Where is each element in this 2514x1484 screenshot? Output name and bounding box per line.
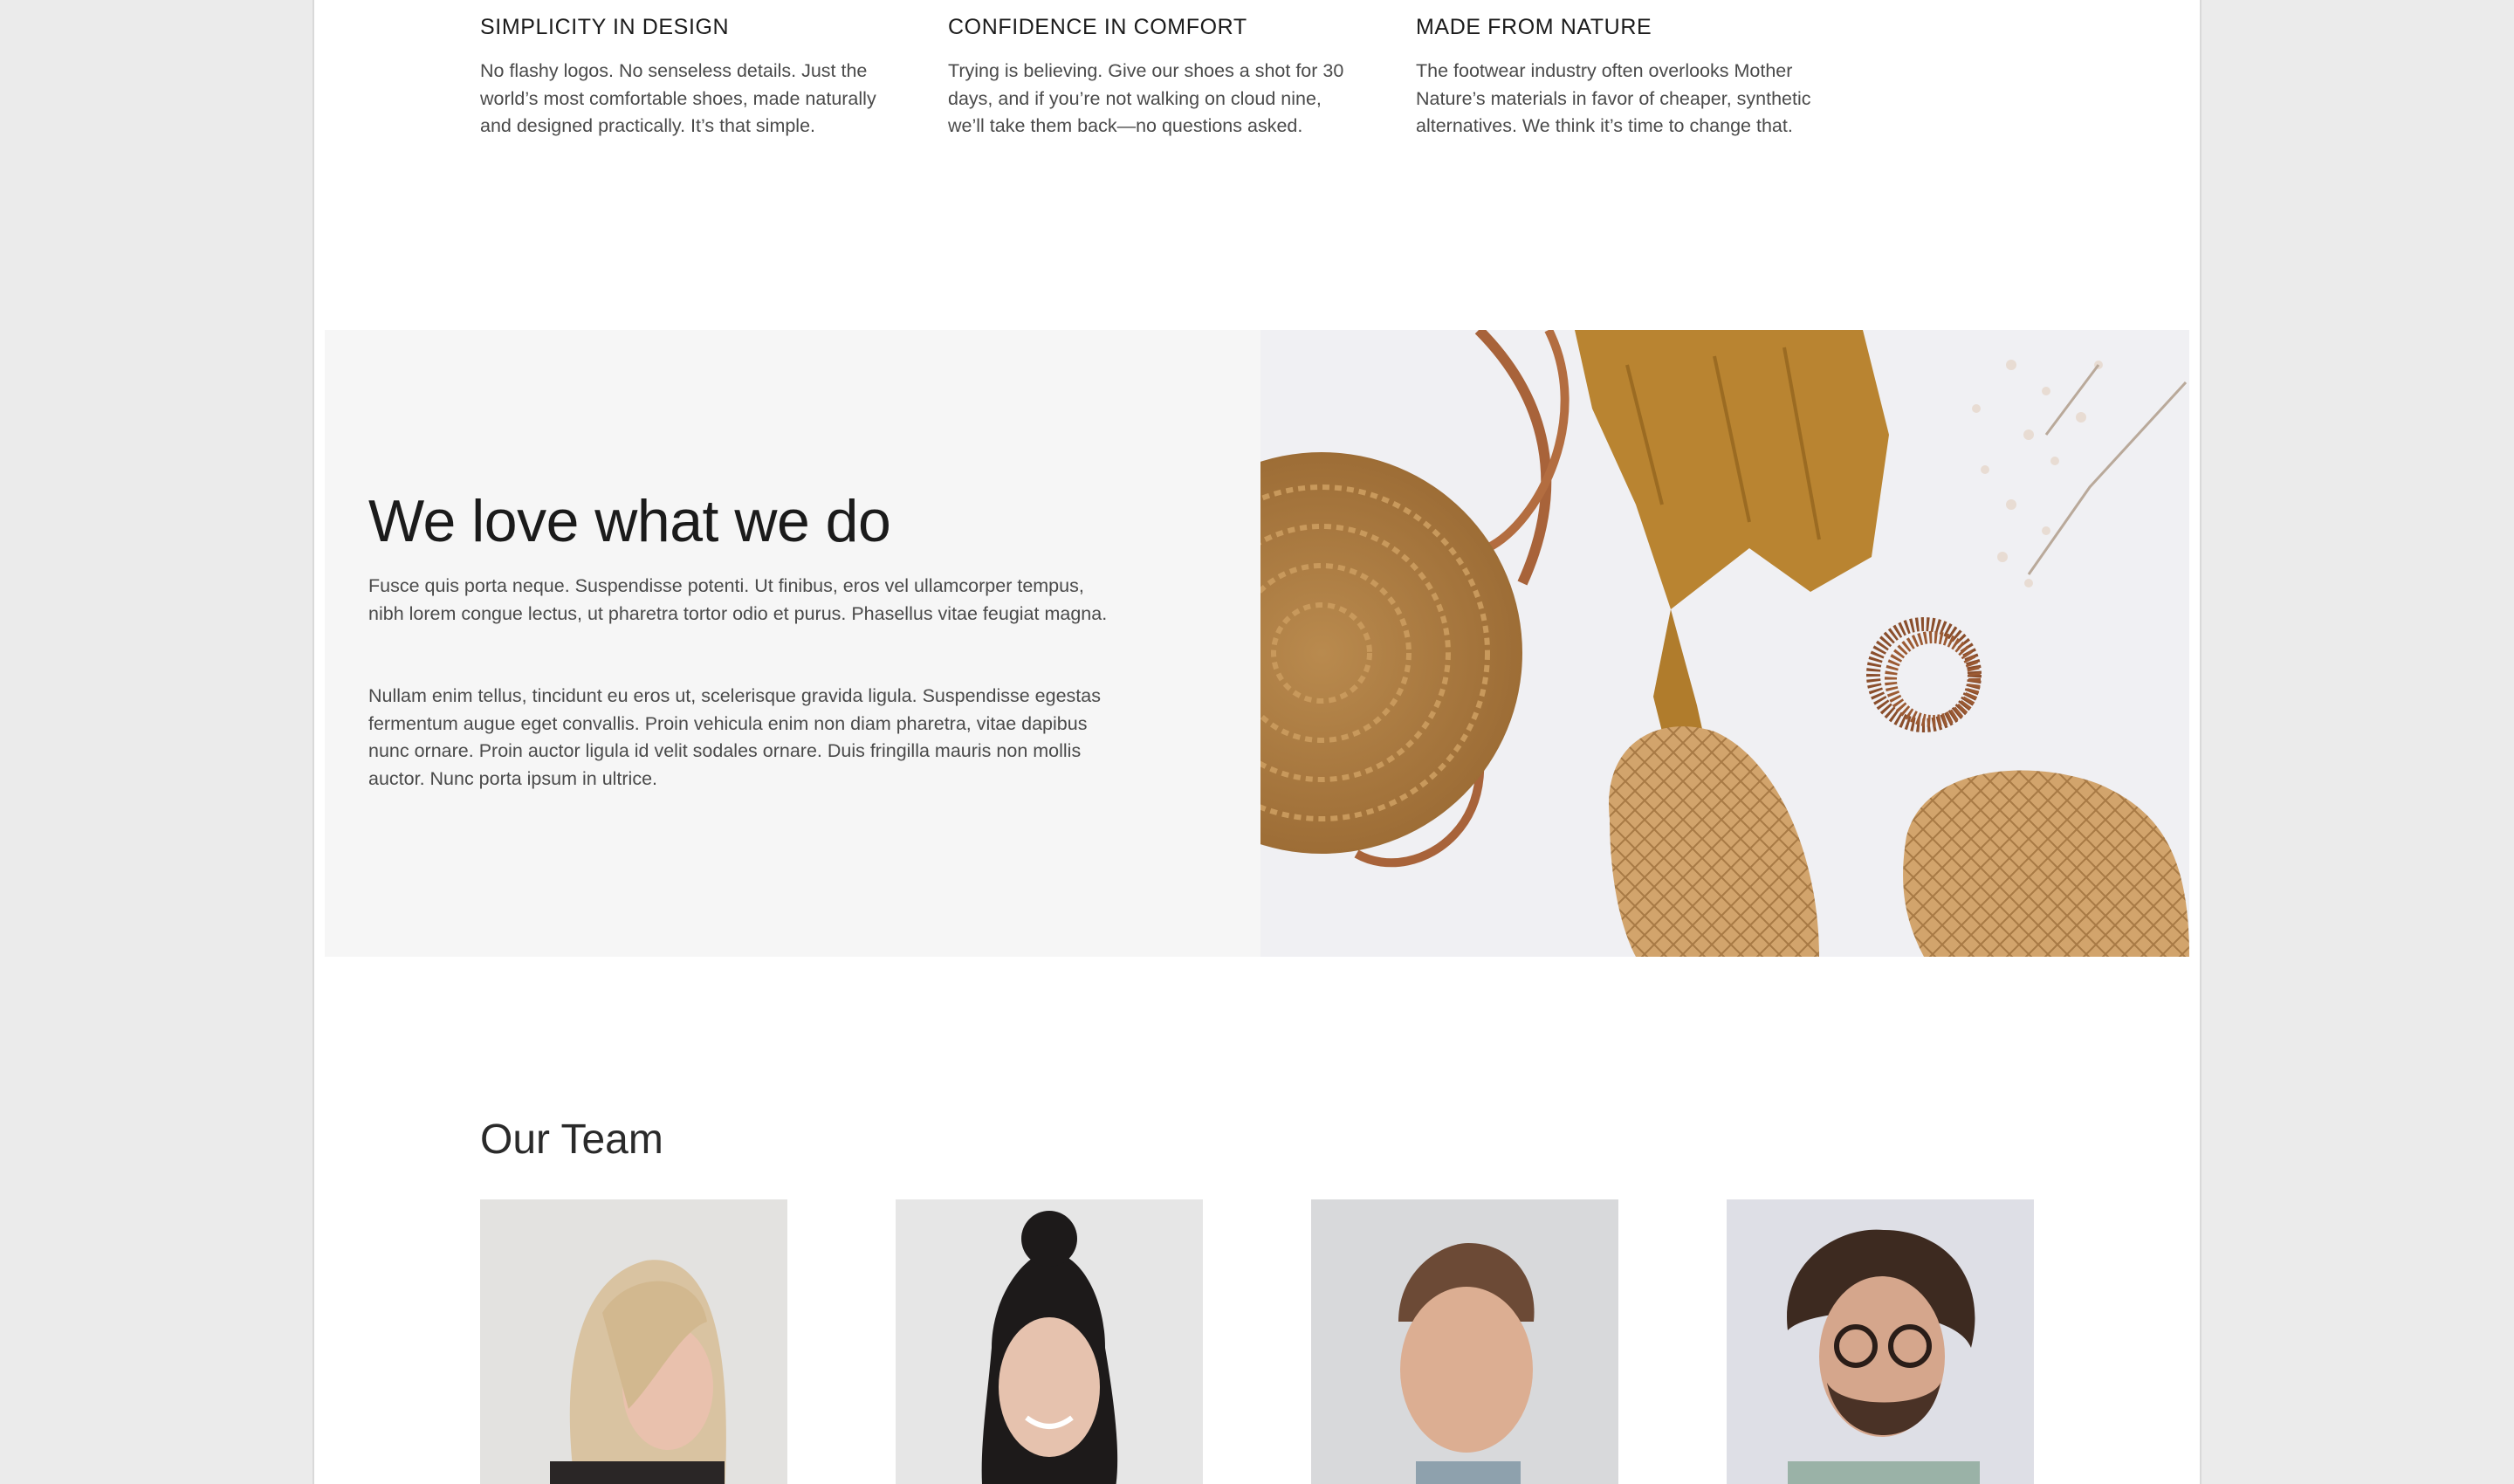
love-paragraph-1: Fusce quis porta neque. Suspendisse pote… [368, 575, 1108, 624]
feature-title: CONFIDENCE IN COMFORT [948, 15, 1247, 39]
team-member-portrait [1727, 1199, 2034, 1484]
portrait-image [896, 1199, 1203, 1484]
portrait-image [480, 1199, 787, 1484]
team-member-portrait [1311, 1199, 1618, 1484]
portrait-image [1727, 1199, 2034, 1484]
product-flatlay-image [1260, 330, 2189, 957]
flatlay-illustration [1260, 330, 2189, 957]
love-paragraph-2: Nullam enim tellus, tincidunt eu eros ut… [368, 685, 1101, 789]
team-member-portrait [896, 1199, 1203, 1484]
team-title: Our Team [480, 1116, 663, 1163]
feature-body: Trying is believing. Give our shoes a sh… [948, 60, 1344, 136]
portrait-image [1311, 1199, 1618, 1484]
team-member-portrait [480, 1199, 787, 1484]
love-section: We love what we do Fusce quis porta nequ… [325, 330, 2189, 957]
feature-body: The footwear industry often overlooks Mo… [1416, 60, 1811, 136]
love-text-panel: We love what we do Fusce quis porta nequ… [325, 330, 1260, 957]
page-container: SIMPLICITY IN DESIGN No flashy logos. No… [313, 0, 2201, 1484]
feature-nature: MADE FROM NATURE The footwear industry o… [1416, 12, 1826, 141]
love-heading: We love what we do [368, 488, 891, 554]
feature-simplicity: SIMPLICITY IN DESIGN No flashy logos. No… [480, 12, 890, 141]
feature-comfort: CONFIDENCE IN COMFORT Trying is believin… [948, 12, 1358, 141]
feature-title: MADE FROM NATURE [1416, 15, 1652, 39]
feature-title: SIMPLICITY IN DESIGN [480, 15, 730, 39]
feature-body: No flashy logos. No senseless details. J… [480, 60, 876, 136]
